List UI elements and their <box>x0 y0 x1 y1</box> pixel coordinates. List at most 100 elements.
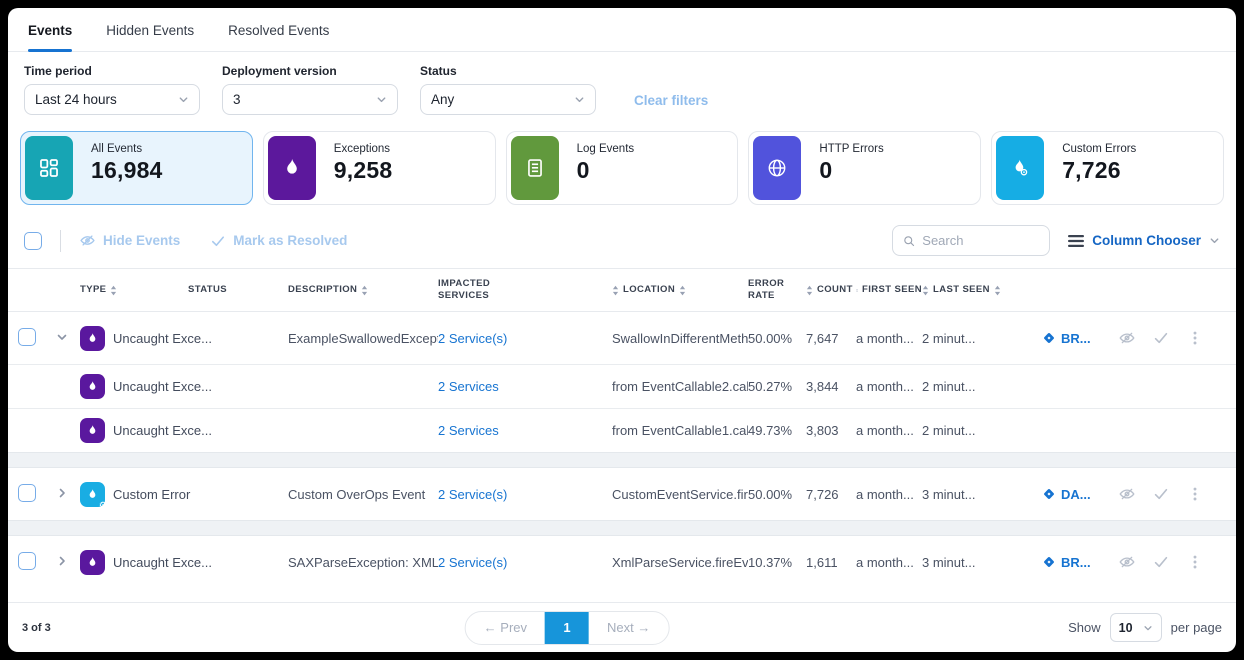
first-seen-cell: a month... <box>856 331 922 346</box>
location-cell: from EventCallable2.call() <box>612 379 748 394</box>
resolve-check-icon[interactable] <box>1152 329 1170 347</box>
tab-events[interactable]: Events <box>28 11 72 51</box>
hide-event-icon[interactable] <box>1118 553 1136 571</box>
event-type-icon <box>80 418 105 443</box>
page-size-select[interactable]: 10 <box>1110 613 1162 642</box>
column-header-location[interactable]: LOCATION <box>612 284 748 296</box>
tab-hidden-events-label: Hidden Events <box>106 23 194 38</box>
column-chooser-label: Column Chooser <box>1092 233 1201 248</box>
time-period-select[interactable]: Last 24 hours <box>24 84 200 115</box>
table-subrow[interactable]: Uncaught Exce... 2 Services from EventCa… <box>8 364 1236 408</box>
impacted-services-link[interactable]: 2 Services <box>438 379 612 394</box>
column-header-last-seen[interactable]: LAST SEEN <box>922 284 1008 296</box>
expand-chevron-icon[interactable] <box>56 555 68 567</box>
location-cell: CustomEventService.fir... <box>612 487 748 502</box>
clear-filters-link[interactable]: Clear filters <box>634 93 708 108</box>
ticket-link[interactable]: BR... <box>1008 331 1118 346</box>
time-period-filter: Time period Last 24 hours <box>24 64 200 115</box>
error-rate-cell: 50.00% <box>748 331 806 346</box>
row-checkbox[interactable] <box>18 484 36 502</box>
error-rate-cell: 50.27% <box>748 379 806 394</box>
card-custom-errors-value: 7,726 <box>1062 157 1136 184</box>
filter-bar: Time period Last 24 hours Deployment ver… <box>8 52 1236 129</box>
card-log-events[interactable]: Log Events 0 <box>506 131 739 205</box>
ticket-link[interactable]: BR... <box>1008 555 1118 570</box>
resolve-check-icon[interactable] <box>1152 553 1170 571</box>
card-exceptions[interactable]: Exceptions 9,258 <box>263 131 496 205</box>
table-row[interactable]: ⚙ Uncaught Exce... SAXParseException: XM… <box>8 536 1236 588</box>
ticket-link[interactable]: DA... <box>1008 487 1118 502</box>
ticket-label: BR... <box>1061 331 1091 346</box>
card-all-events[interactable]: All Events 16,984 <box>20 131 253 205</box>
column-header-type[interactable]: TYPE <box>80 284 188 296</box>
expand-chevron-icon[interactable] <box>56 331 68 343</box>
tab-hidden-events[interactable]: Hidden Events <box>106 11 194 51</box>
table-row[interactable]: ⚙ Custom Error Custom OverOps Event 2 Se… <box>8 468 1236 520</box>
location-cell: XmlParseService.fireEv... <box>612 555 748 570</box>
tab-resolved-events[interactable]: Resolved Events <box>228 11 329 51</box>
expand-chevron-icon[interactable] <box>56 487 68 499</box>
search-input[interactable] <box>922 233 1039 248</box>
error-rate-cell: 49.73% <box>748 423 806 438</box>
deployment-version-select[interactable]: 3 <box>222 84 398 115</box>
table-subrow[interactable]: Uncaught Exce... 2 Services from EventCa… <box>8 408 1236 452</box>
event-type-icon: ⚙ <box>80 482 105 507</box>
hide-events-label: Hide Events <box>103 233 180 248</box>
kebab-menu-icon[interactable] <box>1186 553 1204 571</box>
row-checkbox[interactable] <box>18 328 36 346</box>
status-select[interactable]: Any <box>420 84 596 115</box>
row-actions <box>1118 485 1226 503</box>
flame-icon <box>268 136 316 200</box>
pagination: ← Prev 1 Next → <box>465 611 670 645</box>
column-header-count[interactable]: COUNT <box>806 284 856 296</box>
next-page-button[interactable]: Next → <box>589 612 668 644</box>
kebab-menu-icon[interactable] <box>1186 485 1204 503</box>
document-icon <box>511 136 559 200</box>
resolve-check-icon[interactable] <box>1152 485 1170 503</box>
sort-icon <box>612 285 619 296</box>
prev-page-button[interactable]: ← Prev <box>466 612 545 644</box>
count-cell: 1,611 <box>806 555 856 570</box>
page-size-value: 10 <box>1119 621 1133 635</box>
column-header-first-seen[interactable]: FIRST SEEN <box>856 284 922 296</box>
event-type-label: Uncaught Exce... <box>113 555 212 570</box>
kebab-menu-icon[interactable] <box>1186 329 1204 347</box>
card-custom-errors[interactable]: Custom Errors 7,726 <box>991 131 1224 205</box>
description-cell: ExampleSwallowedExceptio... <box>288 331 438 346</box>
chevron-down-icon <box>1209 235 1220 246</box>
event-type-icon: ⚙ <box>80 326 105 351</box>
description-cell: SAXParseException: XML d... <box>288 555 438 570</box>
last-seen-cell: 2 minut... <box>922 331 1008 346</box>
column-chooser-button[interactable]: Column Chooser <box>1068 233 1220 248</box>
mark-resolved-button[interactable]: Mark as Resolved <box>210 233 347 249</box>
table-row[interactable]: ⚙ Uncaught Exce... ExampleSwallowedExcep… <box>8 312 1236 364</box>
impacted-services-link[interactable]: 2 Service(s) <box>438 331 612 346</box>
hide-events-button[interactable]: Hide Events <box>79 232 180 249</box>
hide-event-icon[interactable] <box>1118 485 1136 503</box>
impacted-services-link[interactable]: 2 Service(s) <box>438 487 612 502</box>
select-all-checkbox[interactable] <box>24 232 42 250</box>
hide-event-icon[interactable] <box>1118 329 1136 347</box>
page-1-button[interactable]: 1 <box>545 612 589 644</box>
chevron-down-icon <box>178 94 189 105</box>
sort-icon <box>110 285 117 296</box>
ticket-label: BR... <box>1061 555 1091 570</box>
card-exceptions-value: 9,258 <box>334 157 393 184</box>
deployment-version-label: Deployment version <box>222 64 398 78</box>
count-cell: 7,726 <box>806 487 856 502</box>
card-http-errors[interactable]: HTTP Errors 0 <box>748 131 981 205</box>
row-checkbox[interactable] <box>18 552 36 570</box>
impacted-services-link[interactable]: 2 Service(s) <box>438 555 612 570</box>
column-header-error-rate: ERROR RATE <box>748 278 806 303</box>
sort-icon <box>922 285 929 296</box>
search-icon <box>903 234 915 248</box>
first-seen-cell: a month... <box>856 423 922 438</box>
check-icon <box>210 233 226 249</box>
impacted-services-link[interactable]: 2 Services <box>438 423 612 438</box>
description-cell: Custom OverOps Event <box>288 487 438 502</box>
card-all-events-value: 16,984 <box>91 157 163 184</box>
column-header-description[interactable]: DESCRIPTION <box>288 284 438 296</box>
event-type-label: Uncaught Exce... <box>113 379 212 394</box>
table-toolbar: Hide Events Mark as Resolved Column Choo… <box>8 219 1236 268</box>
search-box[interactable] <box>892 225 1050 256</box>
